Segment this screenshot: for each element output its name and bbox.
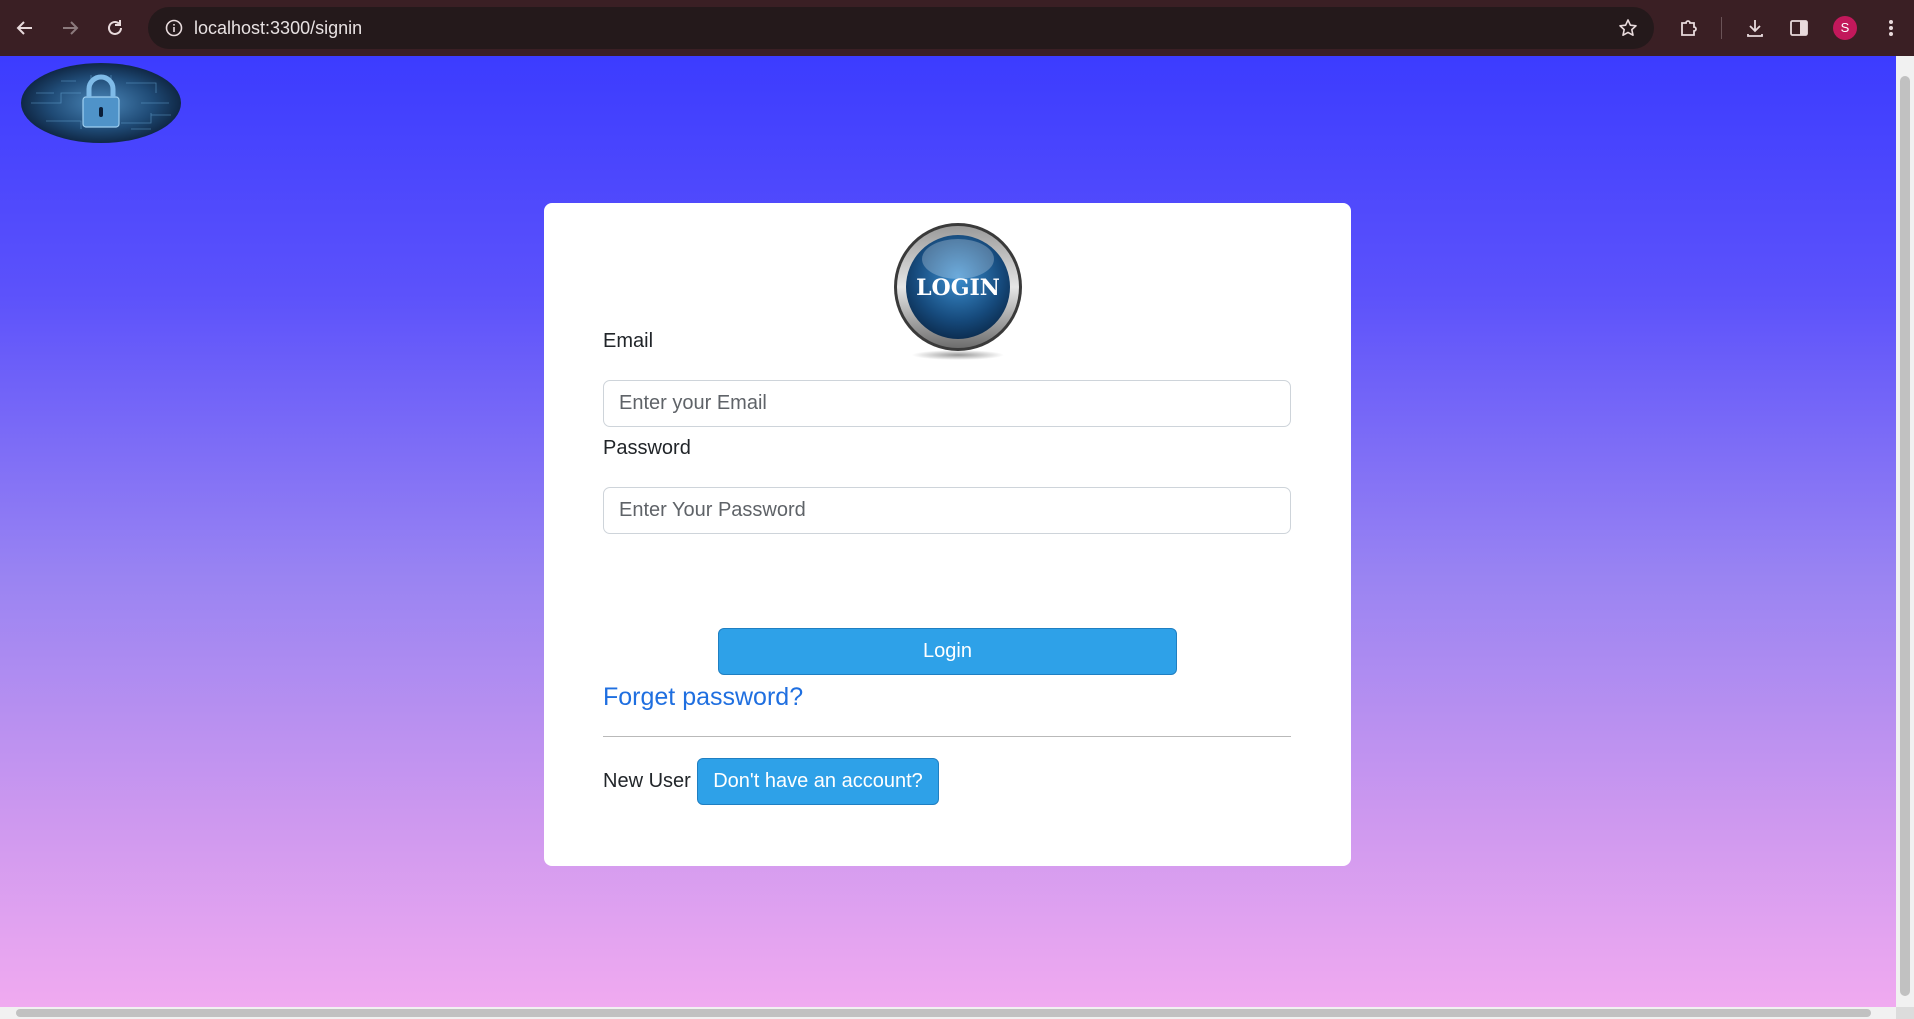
- password-field[interactable]: [603, 487, 1291, 534]
- login-badge-icon: LOGIN: [894, 223, 1022, 360]
- puzzle-icon: [1681, 20, 1697, 36]
- profile-avatar[interactable]: S: [1833, 16, 1857, 40]
- login-card: LOGIN Email Password Login Forget passwo…: [544, 203, 1351, 866]
- vertical-scrollbar[interactable]: [1896, 56, 1914, 1007]
- site-info-button[interactable]: [158, 12, 190, 44]
- reload-button[interactable]: [97, 10, 133, 46]
- forgot-password-link[interactable]: Forget password?: [603, 683, 803, 712]
- toolbar-separator: [1721, 17, 1722, 39]
- side-panel-button[interactable]: [1781, 10, 1817, 46]
- vertical-scroll-thumb[interactable]: [1900, 76, 1910, 996]
- extensions-button[interactable]: [1671, 10, 1707, 46]
- arrow-left-icon: [16, 21, 32, 35]
- forward-button[interactable]: [52, 10, 88, 46]
- login-badge-text: LOGIN: [916, 275, 1000, 301]
- back-button[interactable]: [7, 10, 43, 46]
- arrow-right-icon: [63, 21, 79, 35]
- password-label: Password: [603, 437, 691, 459]
- star-icon: [1619, 19, 1637, 36]
- login-button[interactable]: Login: [718, 628, 1177, 675]
- email-label: Email: [603, 330, 654, 352]
- divider: [603, 736, 1291, 737]
- horizontal-scrollbar[interactable]: [0, 1007, 1896, 1019]
- reload-icon: [108, 20, 122, 35]
- url-text[interactable]: localhost:3300/signin: [194, 7, 362, 49]
- downloads-button[interactable]: [1737, 10, 1773, 46]
- bookmark-button[interactable]: [1612, 12, 1644, 44]
- address-bar[interactable]: localhost:3300/signin: [148, 7, 1654, 49]
- site-logo[interactable]: [21, 63, 181, 143]
- email-field[interactable]: [603, 380, 1291, 427]
- browser-toolbar: localhost:3300/signin S: [0, 0, 1914, 56]
- scrollbar-corner: [1896, 1007, 1914, 1019]
- side-panel-icon: [1790, 20, 1808, 36]
- download-icon: [1747, 20, 1763, 37]
- new-user-text: New User: [603, 770, 691, 792]
- page-viewport: LOGIN Email Password Login Forget passwo…: [0, 56, 1896, 1007]
- browser-menu-button[interactable]: [1873, 10, 1909, 46]
- signup-button[interactable]: Don't have an account?: [697, 758, 939, 805]
- horizontal-scroll-thumb[interactable]: [16, 1009, 1871, 1017]
- info-icon: [165, 19, 183, 37]
- kebab-menu-icon: [1889, 20, 1893, 36]
